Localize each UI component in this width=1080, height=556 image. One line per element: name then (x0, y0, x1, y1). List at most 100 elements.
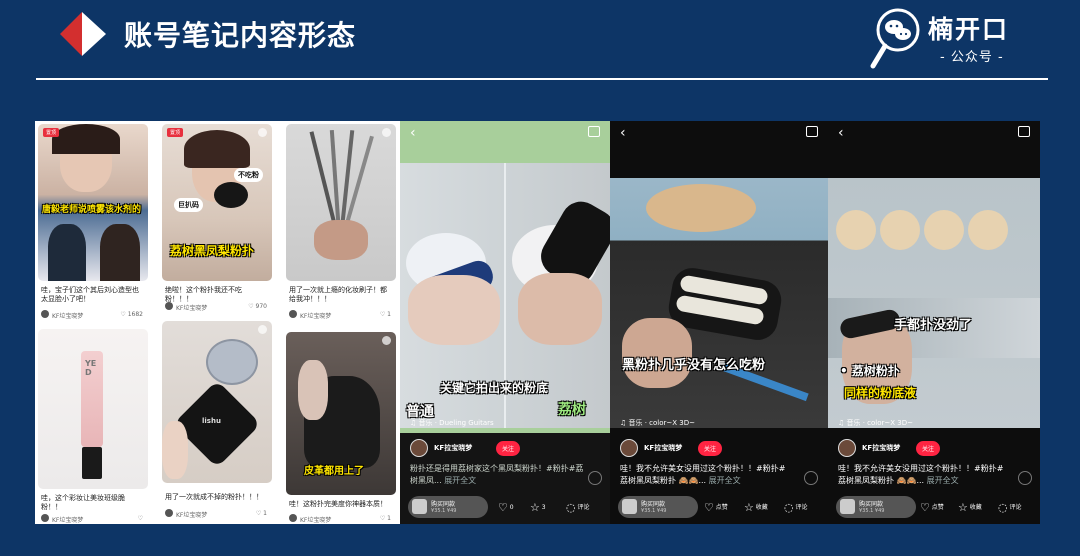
page-title: 账号笔记内容形态 (124, 19, 357, 52)
music-label[interactable]: ♫ 音乐 · Dueling Guitars (410, 418, 494, 428)
comment-button[interactable]: ◌ 评论 (566, 501, 590, 514)
rotate-icon[interactable] (804, 471, 818, 485)
like-button[interactable]: ♡ 点赞 (920, 501, 944, 514)
back-icon[interactable]: ‹ (410, 125, 416, 141)
note-meta: KF垃宝晓梦 ♡ 970 (165, 302, 269, 312)
like-count-value: 1682 (127, 311, 143, 318)
note-caption: 哇！这粉扑完美度你神器本质！ (289, 500, 387, 508)
share-icon[interactable] (806, 126, 818, 137)
bottom-action-bar: 购买同款 ¥35.1 ¥49 ♡ 0 ☆ 3 ◌ 评论 (400, 492, 610, 524)
follow-button[interactable]: 关注 (698, 441, 723, 456)
heart-icon: ♡ (920, 501, 930, 514)
favorite-button[interactable]: ☆ 收藏 (958, 501, 982, 514)
video-indicator-icon (258, 325, 267, 334)
music-label[interactable]: ♫ 音乐 · color~X 3D~ (838, 418, 913, 428)
follow-button[interactable]: 关注 (916, 441, 941, 456)
logo-subtitle: - 公众号 - (940, 50, 1004, 65)
expand-link[interactable]: 展开全文 (709, 476, 741, 485)
favorite-button[interactable]: ☆ 3 (530, 501, 546, 514)
note-meta: KF垃宝晓梦 ♡ 1 (165, 509, 269, 519)
video-overlay-subtext: 同样的粉底液 (844, 386, 917, 400)
author-name: KF垃宝晓梦 (52, 313, 84, 320)
like-count[interactable]: ♡ (138, 515, 143, 522)
like-count[interactable]: ♡ 1682 (120, 311, 143, 318)
comment-icon: ◌ (784, 501, 794, 514)
back-icon[interactable]: ‹ (620, 125, 626, 141)
video-overlay-text: 黑粉扑几乎没有怎么吃粉 (622, 358, 766, 373)
bottom-action-bar: 购买同款 ¥35.1 ¥49 ♡ 点赞 ☆ 收藏 ◌ 评论 (610, 492, 828, 524)
logo: 楠开口 - 公众号 - (870, 6, 1040, 72)
expand-link[interactable]: 展开全文 (444, 476, 476, 485)
like-count[interactable]: ♡ 1 (380, 311, 391, 318)
top-bar: ‹ (610, 121, 828, 145)
author-name[interactable]: KF拉宝晓梦 (434, 443, 472, 453)
avatar[interactable] (620, 439, 638, 457)
buy-label: 购买同款 (641, 501, 666, 508)
video-note-screen-3: ‹ 手都扑没劲了 • 荔树粉扑 同样的粉底液 ♫ 音乐 · color~X 3D… (828, 121, 1040, 524)
note-caption: 用了一次就上瘾的化妆刷子！都给我冲！！！ (289, 286, 387, 303)
author-name[interactable]: KF拉宝晓梦 (862, 443, 900, 453)
note-feed-panel: 置顶 唐毅老师说喷雾该水剂的 哇，宝子们这个其后刘心造型也太显脸小了吧！ KF垃… (35, 121, 400, 524)
author-name[interactable]: KF拉宝晓梦 (644, 443, 682, 453)
avatar (289, 310, 297, 318)
comment-label: 评论 (795, 504, 808, 511)
video-frame[interactable]: 手都扑没劲了 • 荔树粉扑 同样的粉底液 (828, 178, 1040, 428)
author-row: KF拉宝晓梦 关注 (620, 439, 827, 457)
note-description-text: 哇！我不允许美女没用过这个粉扑！！#粉扑#荔树黑凤梨粉扑 🙈🙈... (620, 464, 786, 485)
follow-button[interactable]: 关注 (496, 441, 521, 456)
note-caption: 用了一次就成不掉的粉扑！！！ (165, 493, 263, 501)
comment-button[interactable]: ◌ 评论 (784, 501, 808, 514)
video-frame[interactable]: 黑粉扑几乎没有怎么吃粉 (610, 178, 828, 428)
rotate-icon[interactable] (1018, 471, 1032, 485)
like-button[interactable]: ♡ 0 (498, 501, 514, 514)
note-card[interactable]: 置顶 巨扒码 不吃粉 荔树黑凤梨粉扑 绝啦！这个粉扑我还不吃粉！！！ KF垃宝晓… (162, 124, 272, 324)
comment-button[interactable]: ◌ 评论 (998, 501, 1022, 514)
note-card[interactable]: lishu 用了一次就成不掉的粉扑！！！ KF垃宝晓梦 ♡ 1 (162, 321, 272, 524)
buy-price: ¥35.1 ¥49 (641, 508, 667, 514)
comment-label: 评论 (577, 504, 590, 511)
buy-price: ¥35.1 ¥49 (431, 508, 457, 514)
avatar (165, 509, 173, 517)
avatar[interactable] (410, 439, 428, 457)
star-icon: ☆ (744, 501, 754, 514)
music-label[interactable]: ♫ 音乐 · color~X 3D~ (620, 418, 695, 428)
note-description-text: 哇！我不允许美女没用过这个粉扑！！#粉扑#荔树黑凤梨粉扑 🙈🙈... (838, 464, 1004, 485)
note-card[interactable]: YED 哇，这个彩妆让美妆班级脆粉！！ KF垃宝晓梦 ♡ (38, 329, 148, 524)
favorite-button[interactable]: ☆ 收藏 (744, 501, 768, 514)
buy-price: ¥35.1 ¥49 (859, 508, 885, 514)
note-cover: 皮革都用上了 (286, 332, 396, 495)
author-row: KF拉宝晓梦 关注 (838, 439, 1039, 457)
share-icon[interactable] (1018, 126, 1030, 137)
share-icon[interactable] (588, 126, 600, 137)
product-label-text: YED (85, 359, 97, 377)
like-count[interactable]: ♡ 1 (256, 510, 267, 517)
back-icon[interactable]: ‹ (838, 125, 844, 141)
video-overlay-label-right: 荔树 (558, 402, 586, 418)
header-divider (36, 78, 1048, 80)
rotate-icon[interactable] (588, 471, 602, 485)
cover-overlay-text: 皮革都用上了 (304, 466, 364, 477)
note-card[interactable]: 用了一次就上瘾的化妆刷子！都给我冲！！！ KF垃宝晓梦 ♡ 1 (286, 124, 396, 324)
avatar[interactable] (838, 439, 856, 457)
video-frame[interactable]: 关键它拍出来的粉底 普通 荔树 (400, 163, 610, 428)
buy-label: 购买同款 (431, 501, 456, 508)
buy-same-button[interactable]: 购买同款 ¥35.1 ¥49 (408, 496, 488, 518)
like-count-value: 1 (263, 510, 267, 517)
like-button[interactable]: ♡ 点赞 (704, 501, 728, 514)
note-card[interactable]: 皮革都用上了 哇！这粉扑完美度你神器本质！ KF垃宝晓梦 ♡ 1 (286, 332, 396, 524)
like-count-value: 970 (255, 303, 267, 310)
cover-overlay-text: 唐毅老师说喷雾该水剂的 (42, 205, 142, 215)
heart-icon: ♡ (498, 501, 508, 514)
like-count[interactable]: ♡ 1 (380, 515, 391, 522)
like-count[interactable]: ♡ 970 (248, 303, 267, 310)
magnifier-chat-icon (870, 8, 920, 69)
favorite-label: 收藏 (969, 504, 982, 511)
cover-overlay-text: 荔树黑凤梨粉扑 (170, 244, 255, 258)
note-description-text: 粉扑还是得用荔树家这个黑凤梨粉扑！#粉扑#荔树黑凤... (410, 464, 584, 485)
note-card[interactable]: 置顶 唐毅老师说喷雾该水剂的 哇，宝子们这个其后刘心造型也太显脸小了吧！ KF垃… (38, 124, 148, 324)
buy-same-button[interactable]: 购买同款 ¥35.1 ¥49 (618, 496, 698, 518)
buy-same-button[interactable]: 购买同款 ¥35.1 ¥49 (836, 496, 916, 518)
video-indicator-icon (258, 128, 267, 137)
author-name: KF垃宝晓梦 (176, 512, 208, 519)
expand-link[interactable]: 展开全文 (927, 476, 959, 485)
